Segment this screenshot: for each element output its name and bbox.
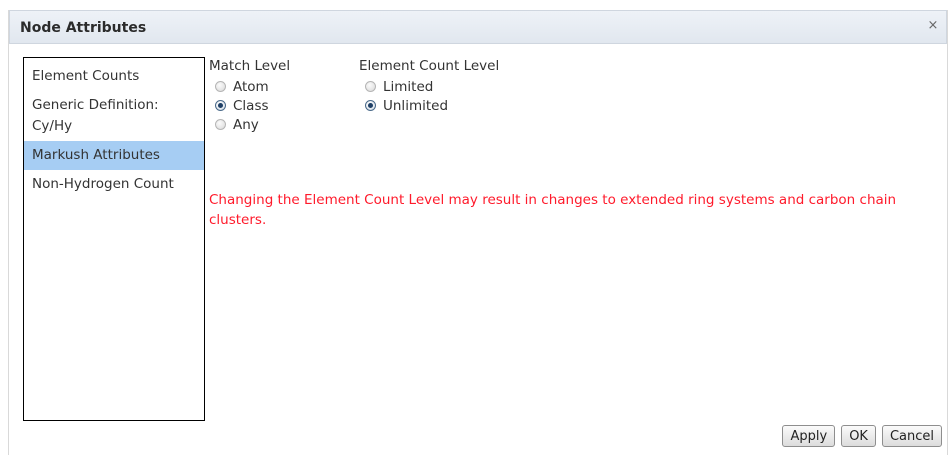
radio-unlimited-indicator[interactable] [365, 100, 376, 111]
radio-limited[interactable]: Limited [359, 77, 499, 96]
cancel-button[interactable]: Cancel [881, 425, 942, 447]
radio-class[interactable]: Class [209, 96, 290, 115]
element-count-level-group: Element Count Level Limited Unlimited [359, 58, 499, 115]
element-count-level-label: Element Count Level [359, 58, 500, 74]
element-count-warning: Changing the Element Count Level may res… [209, 192, 897, 228]
ok-button[interactable]: OK [841, 425, 876, 447]
apply-button[interactable]: Apply [782, 425, 836, 447]
match-level-group: Match Level Atom Class Any [209, 58, 290, 134]
radio-atom[interactable]: Atom [209, 77, 290, 96]
radio-unlimited[interactable]: Unlimited [359, 96, 499, 115]
nav-item-markush-attributes[interactable]: Markush Attributes [24, 141, 204, 170]
dialog-button-bar: Apply OK Cancel [782, 425, 942, 447]
node-attributes-dialog: Node Attributes × Element Counts Generic… [8, 10, 948, 455]
radio-atom-label: Atom [233, 78, 269, 95]
radio-class-indicator[interactable] [215, 100, 226, 111]
nav-item-non-hydrogen-count[interactable]: Non-Hydrogen Count [24, 170, 204, 199]
radio-any-label: Any [233, 116, 259, 133]
radio-limited-label: Limited [383, 78, 434, 95]
attribute-category-list: Element Counts Generic Definition: Cy/Hy… [23, 57, 205, 421]
radio-any-indicator[interactable] [215, 119, 226, 130]
markush-attributes-panel: Match Level Atom Class Any Element Count… [209, 58, 947, 455]
radio-any[interactable]: Any [209, 115, 290, 134]
nav-item-generic-definition[interactable]: Generic Definition: Cy/Hy [24, 91, 204, 141]
match-level-label: Match Level [209, 58, 291, 74]
radio-limited-indicator[interactable] [365, 81, 376, 92]
dialog-titlebar[interactable]: Node Attributes × [9, 10, 947, 44]
close-icon[interactable]: × [926, 19, 940, 33]
radio-atom-indicator[interactable] [215, 81, 226, 92]
nav-item-element-counts[interactable]: Element Counts [24, 58, 204, 91]
radio-class-label: Class [233, 97, 269, 114]
radio-unlimited-label: Unlimited [383, 97, 449, 114]
dialog-title: Node Attributes [20, 20, 147, 36]
